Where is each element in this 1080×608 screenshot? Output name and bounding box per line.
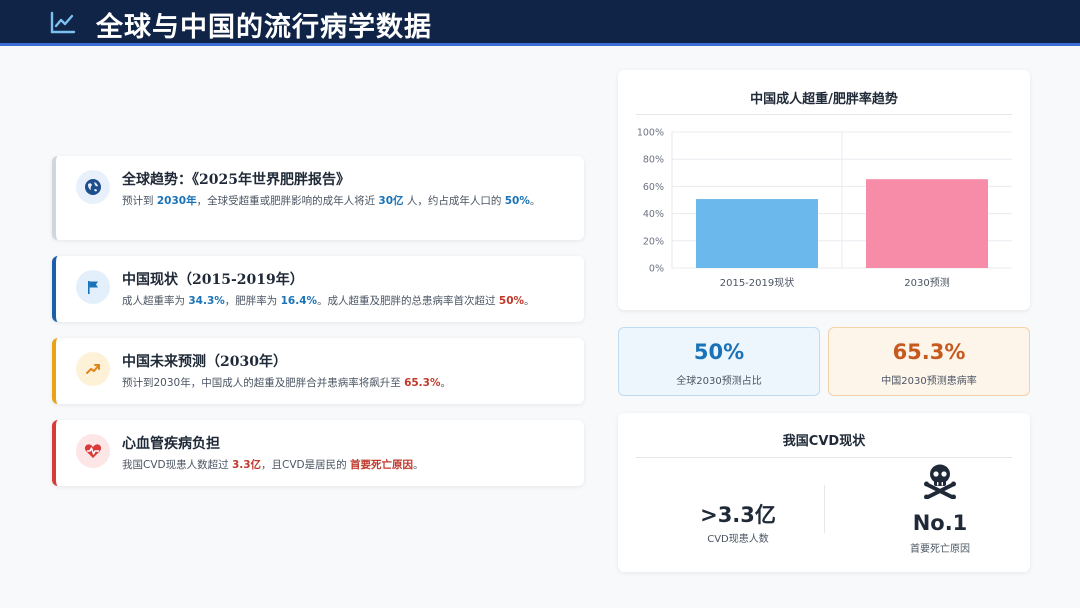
highlight-leading-cause: 首要死亡原因 — [349, 459, 413, 471]
skull-crossbones-icon — [924, 464, 956, 499]
highlight-cvd-count: 3.3亿 — [231, 459, 262, 471]
cvd-status-card: 我国CVD现状 >3.3亿 CVD现患人数 No.1 首要死亡原因 — [618, 413, 1030, 572]
card-title: 中国未来预测（2030年） — [122, 354, 287, 370]
card-description: 预计到2030年，中国成人的超重及肥胖合并患病率将飙升至 65.3%。 — [122, 375, 451, 390]
globe-icon — [85, 179, 101, 195]
card-description: 预计到 2030年，全球受超重或肥胖影响的成年人将近 30亿 人，约占成年人口的… — [122, 193, 540, 208]
stat-china-2030: 65.3% 中国2030预测患病率 — [828, 327, 1030, 396]
highlight-forecast-rate: 65.3% — [404, 377, 441, 389]
info-card-cvd-burden: 心血管疾病负担 我国CVD现患人数超过 3.3亿，且CVD是居民的 首要死亡原因… — [52, 420, 584, 486]
trend-up-icon — [86, 364, 100, 374]
cvd-patient-count: >3.3亿 — [700, 503, 776, 527]
card-description: 我国CVD现患人数超过 3.3亿，且CVD是居民的 首要死亡原因。 — [122, 457, 423, 472]
desc-text: ，且CVD是居民的 — [261, 459, 350, 471]
cvd-rank: No.1 — [912, 511, 968, 535]
info-card-global: 全球趋势：《2025年世界肥胖报告》 预计到 2030年，全球受超重或肥胖影响的… — [52, 156, 584, 240]
highlight-count: 30亿 — [378, 195, 404, 207]
stat-value: 65.3% — [892, 340, 966, 364]
highlight-year: 2030年 — [156, 195, 197, 207]
desc-text: ，肥胖率为 — [224, 295, 281, 307]
stat-label: 全球2030预测占比 — [676, 376, 762, 387]
stat-value: 50% — [693, 340, 745, 364]
heart-pulse-icon — [84, 444, 102, 458]
x-tick-label: 2015-2019现状 — [720, 276, 795, 289]
desc-text: 预计到 — [122, 195, 157, 207]
desc-text: 我国CVD现患人数超过 — [122, 459, 232, 471]
highlight-percent: 50% — [504, 195, 530, 207]
cvd-title: 我国CVD现状 — [782, 434, 866, 449]
desc-text: 人，约占成年人口的 — [403, 195, 505, 207]
y-tick-label: 80% — [643, 155, 664, 166]
bar — [696, 199, 818, 268]
info-card-china-forecast: 中国未来预测（2030年） 预计到2030年，中国成人的超重及肥胖合并患病率将飙… — [52, 338, 584, 404]
stat-global-2030: 50% 全球2030预测占比 — [618, 327, 820, 396]
card-title: 心血管疾病负担 — [122, 436, 220, 452]
highlight-overweight-rate: 34.3% — [188, 295, 225, 307]
cvd-rank-label: 首要死亡原因 — [910, 544, 970, 555]
page-title: 全球与中国的流行病学数据 — [96, 12, 432, 43]
heart-pulse-icon-wrap — [76, 434, 110, 468]
divider — [636, 457, 1012, 458]
desc-text: 成人超重率为 — [122, 295, 189, 307]
highlight-obesity-rate: 16.4% — [280, 295, 318, 307]
desc-text: 。 — [440, 377, 452, 389]
y-tick-label: 20% — [643, 236, 664, 247]
y-tick-label: 60% — [643, 182, 664, 193]
obesity-trend-chart-card: 中国成人超重/肥胖率趋势 0% 20% 40% 60% 80% 100% 2015-2019… — [618, 70, 1030, 310]
vertical-divider — [824, 485, 825, 533]
info-card-china-current: 中国现状（2015-2019年） 成人超重率为 34.3%，肥胖率为 16.4%… — [52, 256, 584, 322]
flag-icon — [88, 281, 98, 294]
desc-text: ，全球受超重或肥胖影响的成年人将近 — [196, 195, 379, 207]
header-bar: 全球与中国的流行病学数据 — [0, 0, 1080, 46]
stat-label: 中国2030预测患病率 — [881, 376, 977, 387]
desc-text: 。 — [412, 459, 424, 471]
desc-text: 。成人超重及肥胖的总患病率首次超过 — [317, 295, 499, 307]
y-tick-label: 100% — [637, 128, 664, 139]
bar — [866, 179, 988, 268]
x-tick-label: 2030预测 — [904, 276, 949, 289]
desc-text: 。 — [529, 195, 541, 207]
trend-up-icon-wrap — [76, 352, 110, 386]
line-chart-icon — [50, 11, 76, 34]
card-title: 中国现状（2015-2019年） — [122, 272, 304, 288]
y-tick-label: 40% — [643, 209, 664, 220]
card-title: 全球趋势：《2025年世界肥胖报告》 — [122, 172, 350, 188]
desc-text: 。 — [524, 295, 535, 307]
highlight-total-rate: 50% — [498, 295, 525, 307]
desc-text: 预计到2030年，中国成人的超重及肥胖合并患病率将飙升至 — [122, 377, 405, 389]
globe-icon-wrap — [76, 170, 110, 204]
bar-chart: 0% 20% 40% 60% 80% 100% 2015-2019现状 2030预测 — [637, 128, 1012, 289]
flag-icon-wrap — [76, 270, 110, 304]
y-tick-label: 0% — [649, 264, 664, 275]
cvd-patient-label: CVD现患人数 — [707, 534, 769, 545]
card-description: 成人超重率为 34.3%，肥胖率为 16.4%。成人超重及肥胖的总患病率首次超过… — [122, 293, 535, 308]
